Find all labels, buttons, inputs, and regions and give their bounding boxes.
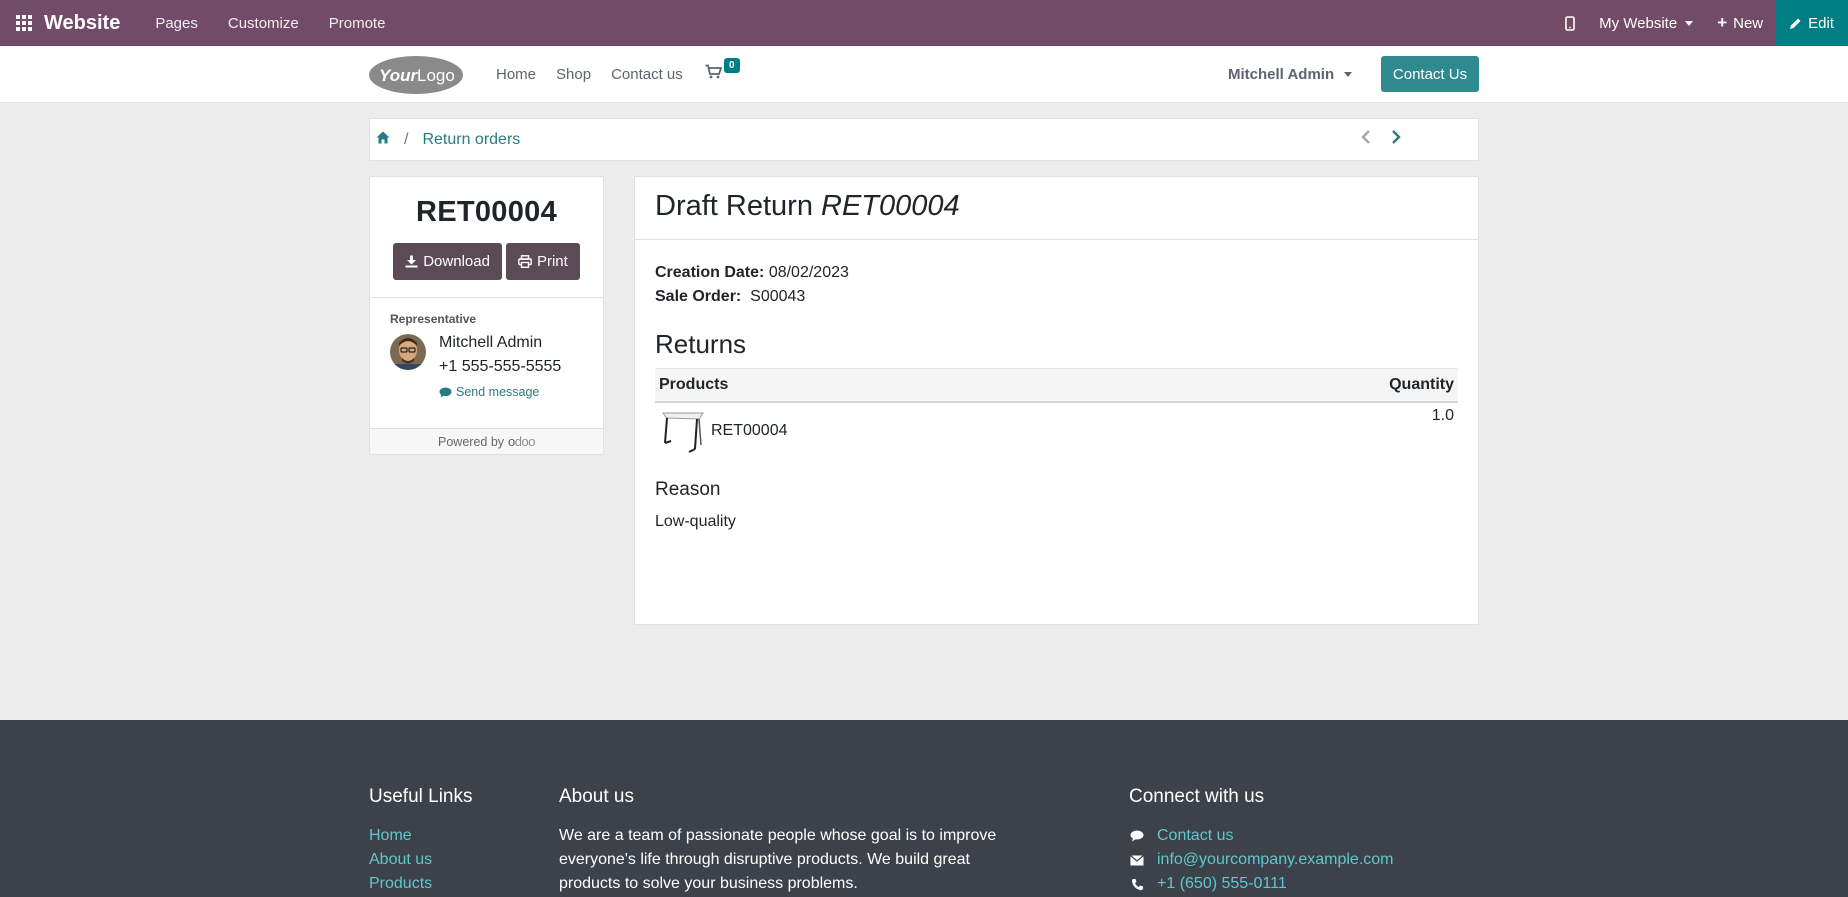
edit-label: Edit <box>1808 14 1834 32</box>
new-label: New <box>1733 14 1764 32</box>
page-title: Draft Return RET00004 <box>635 177 1478 240</box>
return-detail-card: Draft Return RET00004 Creation Date: 08/… <box>634 176 1479 625</box>
breadcrumb-return-orders[interactable]: Return orders <box>422 131 520 149</box>
useful-links-title: Useful Links <box>369 786 473 807</box>
creation-date-value: 08/02/2023 <box>768 264 849 281</box>
mobile-preview-icon[interactable] <box>1565 15 1575 31</box>
representative-name: Mitchell Admin <box>439 334 543 351</box>
comment-icon <box>439 387 452 397</box>
phone-label: +1 (650) 555-0111 <box>1157 875 1287 892</box>
divider <box>370 297 603 298</box>
return-meta: Creation Date: 08/02/2023 Sale Order: S0… <box>655 261 1458 309</box>
cart-count-badge: 0 <box>724 58 740 73</box>
edit-button[interactable]: Edit <box>1775 0 1848 46</box>
product-name: RET00004 <box>711 422 788 439</box>
reason-heading: Reason <box>655 479 721 500</box>
plus-icon: + <box>1717 13 1728 32</box>
site-footer: Useful Links Home About us Products Abou… <box>0 720 1848 897</box>
admin-bar: Website Pages Customize Promote My Websi… <box>0 0 1848 46</box>
download-icon <box>405 255 418 268</box>
footer-connect: Connect with us Contact us info@yourcomp… <box>1129 786 1394 896</box>
return-reference: RET00004 <box>415 196 558 228</box>
product-image <box>659 407 707 455</box>
print-button[interactable]: Print <box>505 243 580 280</box>
footer-email[interactable]: info@yourcompany.example.com <box>1129 848 1394 872</box>
apps-menu-icon[interactable] <box>0 0 48 46</box>
chevron-left-icon[interactable] <box>1361 129 1371 150</box>
returns-table: Products Quantity RET00004 1.0 <box>655 368 1458 459</box>
user-menu[interactable]: Mitchell Admin <box>1228 46 1353 103</box>
send-message-label: Send message <box>456 385 540 399</box>
nav-home[interactable]: Home <box>496 66 536 83</box>
footer-about: About us We are a team of passionate peo… <box>559 786 1009 896</box>
product-quantity: 1.0 <box>1431 407 1454 424</box>
download-button[interactable]: Download <box>393 243 502 280</box>
print-label: Print <box>536 253 568 270</box>
download-label: Download <box>423 253 490 270</box>
reason-text: Low-quality <box>655 513 736 530</box>
website-brand[interactable]: Website <box>44 12 120 35</box>
envelope-icon <box>1129 854 1145 866</box>
record-pager <box>1361 129 1401 150</box>
main-nav: Home Shop Contact us <box>496 46 683 103</box>
odoo-logo[interactable]: odoo <box>508 434 535 449</box>
cart-icon <box>705 64 723 79</box>
cart-link[interactable]: 0 <box>705 58 740 84</box>
connect-title: Connect with us <box>1129 786 1265 807</box>
col-quantity: Quantity <box>1178 368 1458 403</box>
print-icon <box>518 255 532 268</box>
representative-label: Representative <box>390 312 477 326</box>
svg-text:Your: Your <box>379 66 418 85</box>
menu-pages[interactable]: Pages <box>155 15 198 32</box>
footer-phone[interactable]: +1 (650) 555-0111 <box>1129 872 1394 896</box>
avatar <box>390 334 426 370</box>
table-row: RET00004 1.0 <box>655 402 1458 459</box>
about-title: About us <box>559 786 634 807</box>
caret-down-icon <box>1344 72 1353 77</box>
footer-link-products[interactable]: Products <box>369 872 473 896</box>
breadcrumb-separator: / <box>404 130 409 148</box>
powered-by-label: Powered by <box>438 434 505 449</box>
menu-customize[interactable]: Customize <box>228 15 299 32</box>
email-label: info@yourcompany.example.com <box>1157 851 1394 868</box>
about-text: We are a team of passionate people whose… <box>559 827 997 892</box>
contact-us-button[interactable]: Contact Us <box>1381 56 1479 92</box>
col-products: Products <box>655 368 1179 403</box>
nav-shop[interactable]: Shop <box>556 66 591 83</box>
sale-order-value: S00043 <box>750 288 806 305</box>
returns-heading: Returns <box>655 329 747 359</box>
menu-promote[interactable]: Promote <box>329 15 386 32</box>
sale-order-label: Sale Order: <box>655 288 742 305</box>
user-name: Mitchell Admin <box>1228 66 1335 83</box>
footer-useful-links: Useful Links Home About us Products <box>369 786 473 896</box>
breadcrumb: / Return orders <box>369 118 1479 161</box>
svg-text:Logo: Logo <box>417 66 455 85</box>
comment-icon <box>1129 830 1145 842</box>
send-message-link[interactable]: Send message <box>439 385 561 399</box>
phone-icon <box>1129 878 1145 891</box>
company-logo[interactable]: Your Logo <box>368 54 465 96</box>
site-selector[interactable]: My Website <box>1599 14 1694 32</box>
representative-phone: +1 555-555-5555 <box>439 358 562 375</box>
powered-by: Powered by odoo <box>370 428 603 454</box>
title-status: Draft Return <box>655 190 813 222</box>
title-reference: RET00004 <box>821 190 960 222</box>
creation-date-label: Creation Date: <box>655 264 765 281</box>
contact-us-label: Contact us <box>1157 827 1234 844</box>
site-selector-label: My Website <box>1599 14 1678 32</box>
footer-contact-us[interactable]: Contact us <box>1129 824 1394 848</box>
pencil-icon <box>1790 18 1801 29</box>
nav-contact-us[interactable]: Contact us <box>611 66 683 83</box>
footer-link-about-us[interactable]: About us <box>369 848 473 872</box>
home-icon[interactable] <box>376 131 390 149</box>
new-button[interactable]: + New <box>1717 13 1763 33</box>
footer-link-home[interactable]: Home <box>369 824 473 848</box>
representative: Mitchell Admin +1 555-555-5555 Send mess… <box>390 334 603 399</box>
sidebar-card: RET00004 Download Print Representative M… <box>369 176 604 455</box>
caret-down-icon <box>1685 20 1694 26</box>
chevron-right-icon[interactable] <box>1391 129 1401 150</box>
site-header: Your Logo Home Shop Contact us 0 Mitchel… <box>0 46 1848 103</box>
